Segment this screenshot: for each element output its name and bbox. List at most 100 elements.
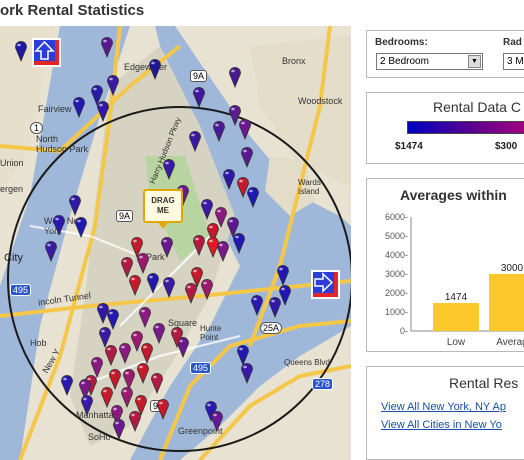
y-tick-label: 2000- xyxy=(385,288,408,298)
map-pin-icon[interactable] xyxy=(240,146,254,168)
map-pin-icon[interactable] xyxy=(96,100,110,122)
drag-marker-line2: ME xyxy=(157,206,169,215)
map-pin-icon[interactable] xyxy=(170,326,184,348)
y-tick-label: 1000- xyxy=(385,307,408,317)
pan-right-button[interactable] xyxy=(311,270,340,299)
map-label-hoboken: Hob xyxy=(30,338,47,348)
map-pin-icon[interactable] xyxy=(228,66,242,88)
map-pin-icon[interactable] xyxy=(160,236,174,258)
map-pin-icon[interactable] xyxy=(278,284,292,306)
map-pin-icon[interactable] xyxy=(146,272,160,294)
map-pin-icon[interactable] xyxy=(100,36,114,58)
map-pin-icon[interactable] xyxy=(240,362,254,384)
radius-select[interactable]: 3 M xyxy=(503,53,524,70)
chevron-down-icon: ▼ xyxy=(468,55,481,68)
shield-25a: 25A xyxy=(260,322,283,334)
rental-resources-panel: Rental Res View All New York, NY Ap View… xyxy=(366,366,524,460)
map-label-hunters-point: Hunte Point xyxy=(200,324,222,342)
map-pin-icon[interactable] xyxy=(162,158,176,180)
map-pin-icon[interactable] xyxy=(192,234,206,256)
map-pin-icon[interactable] xyxy=(112,418,126,440)
bar-low xyxy=(433,302,479,331)
averages-bar-chart: 6000- 5000- 4000- 3000- 2000- 1000- 0- 1474 Low 3… xyxy=(385,212,524,348)
shield-1: 1 xyxy=(30,122,44,134)
up-arrow-icon xyxy=(34,40,55,61)
map-pin-icon[interactable] xyxy=(128,274,142,296)
map-label-fairview: Fairview xyxy=(38,104,72,114)
view-all-ny-apartments-link[interactable]: View All New York, NY Ap xyxy=(381,401,506,413)
map-label-union: Union xyxy=(0,158,24,168)
map-pin-icon[interactable] xyxy=(276,264,290,286)
map-pin-icon[interactable] xyxy=(152,322,166,344)
bedrooms-select[interactable]: 2 Bedroom ▼ xyxy=(376,53,483,70)
map-pin-icon[interactable] xyxy=(68,194,82,216)
shield-495-left: 495 xyxy=(10,284,32,296)
map-pin-icon[interactable] xyxy=(184,282,198,304)
map-pin-icon[interactable] xyxy=(138,306,152,328)
map-pin-icon[interactable] xyxy=(72,96,86,118)
map-label-city: City xyxy=(4,252,23,264)
drag-me-marker[interactable]: DRAG ME xyxy=(143,189,183,229)
map-label-queens-blvd: Queens Blvd xyxy=(284,358,330,367)
bedrooms-label: Bedrooms: xyxy=(375,37,428,48)
map-pin-icon[interactable] xyxy=(216,240,230,262)
rental-color-title: Rental Data C xyxy=(433,99,521,115)
map-label-bergen: ergen xyxy=(0,184,24,194)
map-pin-icon[interactable] xyxy=(222,168,236,190)
bar-value-label: 1474 xyxy=(445,292,468,303)
y-tick-label: 5000- xyxy=(385,231,408,241)
map-pin-icon[interactable] xyxy=(250,294,264,316)
averages-panel: Averages within 6000- 5000- 4000- 3000- 2000… xyxy=(366,178,524,352)
radius-value: 3 M xyxy=(507,56,524,67)
view-all-cities-link[interactable]: View All Cities in New Yo xyxy=(381,419,502,431)
map-label-north-hudson-park: North Hudson Park xyxy=(36,134,89,154)
y-tick-label: 3000- xyxy=(385,269,408,279)
shield-9a-top: 9A xyxy=(190,70,208,82)
map-pin-icon[interactable] xyxy=(210,410,224,432)
map-pin-icon[interactable] xyxy=(136,252,150,274)
map-pin-icon[interactable] xyxy=(200,198,214,220)
bar-averag xyxy=(489,274,524,331)
map-pin-icon[interactable] xyxy=(188,130,202,152)
map-pin-icon[interactable] xyxy=(156,398,170,420)
map-pin-icon[interactable] xyxy=(200,278,214,300)
map-pin-icon[interactable] xyxy=(44,240,58,262)
color-gradient-bar xyxy=(407,121,524,134)
filter-panel: Bedrooms: 2 Bedroom ▼ Rad 3 M xyxy=(366,30,524,78)
x-category-label: Averag xyxy=(496,337,524,348)
gradient-min-label: $1474 xyxy=(395,141,423,152)
rental-data-color-panel: Rental Data C $1474 $300 xyxy=(366,92,524,164)
map-pin-icon[interactable] xyxy=(74,216,88,238)
bar-value-label: 3000 xyxy=(501,263,524,274)
map-pin-icon[interactable] xyxy=(162,276,176,298)
shield-9a-mid: 9A xyxy=(116,210,134,222)
rental-resources-title: Rental Res xyxy=(449,375,519,391)
map-pin-icon[interactable] xyxy=(140,342,154,364)
gradient-max-label: $300 xyxy=(495,141,518,152)
map-pin-icon[interactable] xyxy=(246,186,260,208)
drag-marker-line1: DRAG xyxy=(151,196,175,205)
pan-up-button[interactable] xyxy=(32,38,61,67)
page-title: ork Rental Statistics xyxy=(0,2,145,19)
y-tick-label: 0- xyxy=(400,326,408,336)
map-label-soho: SoHo xyxy=(88,432,111,442)
map-pin-icon[interactable] xyxy=(238,118,252,140)
map-pin-icon[interactable] xyxy=(104,344,118,366)
map-pin-icon[interactable] xyxy=(128,410,142,432)
map-pin-icon[interactable] xyxy=(150,372,164,394)
map-pin-icon[interactable] xyxy=(52,214,66,236)
map-pin-icon[interactable] xyxy=(148,58,162,80)
map-pin-icon[interactable] xyxy=(80,394,94,416)
map-pin-icon[interactable] xyxy=(106,74,120,96)
map-pin-icon[interactable] xyxy=(14,40,28,62)
y-tick-label: 4000- xyxy=(385,250,408,260)
map-pin-icon[interactable] xyxy=(136,362,150,384)
right-arrow-icon xyxy=(313,272,334,293)
x-category-label: Low xyxy=(447,337,466,348)
rental-map[interactable]: Edgewater Bronx Fairview Woodstock North… xyxy=(0,26,351,460)
bedrooms-value: 2 Bedroom xyxy=(380,56,429,67)
map-pin-icon[interactable] xyxy=(192,86,206,108)
map-pin-icon[interactable] xyxy=(212,120,226,142)
map-pin-icon[interactable] xyxy=(60,374,74,396)
map-pin-icon[interactable] xyxy=(232,232,246,254)
